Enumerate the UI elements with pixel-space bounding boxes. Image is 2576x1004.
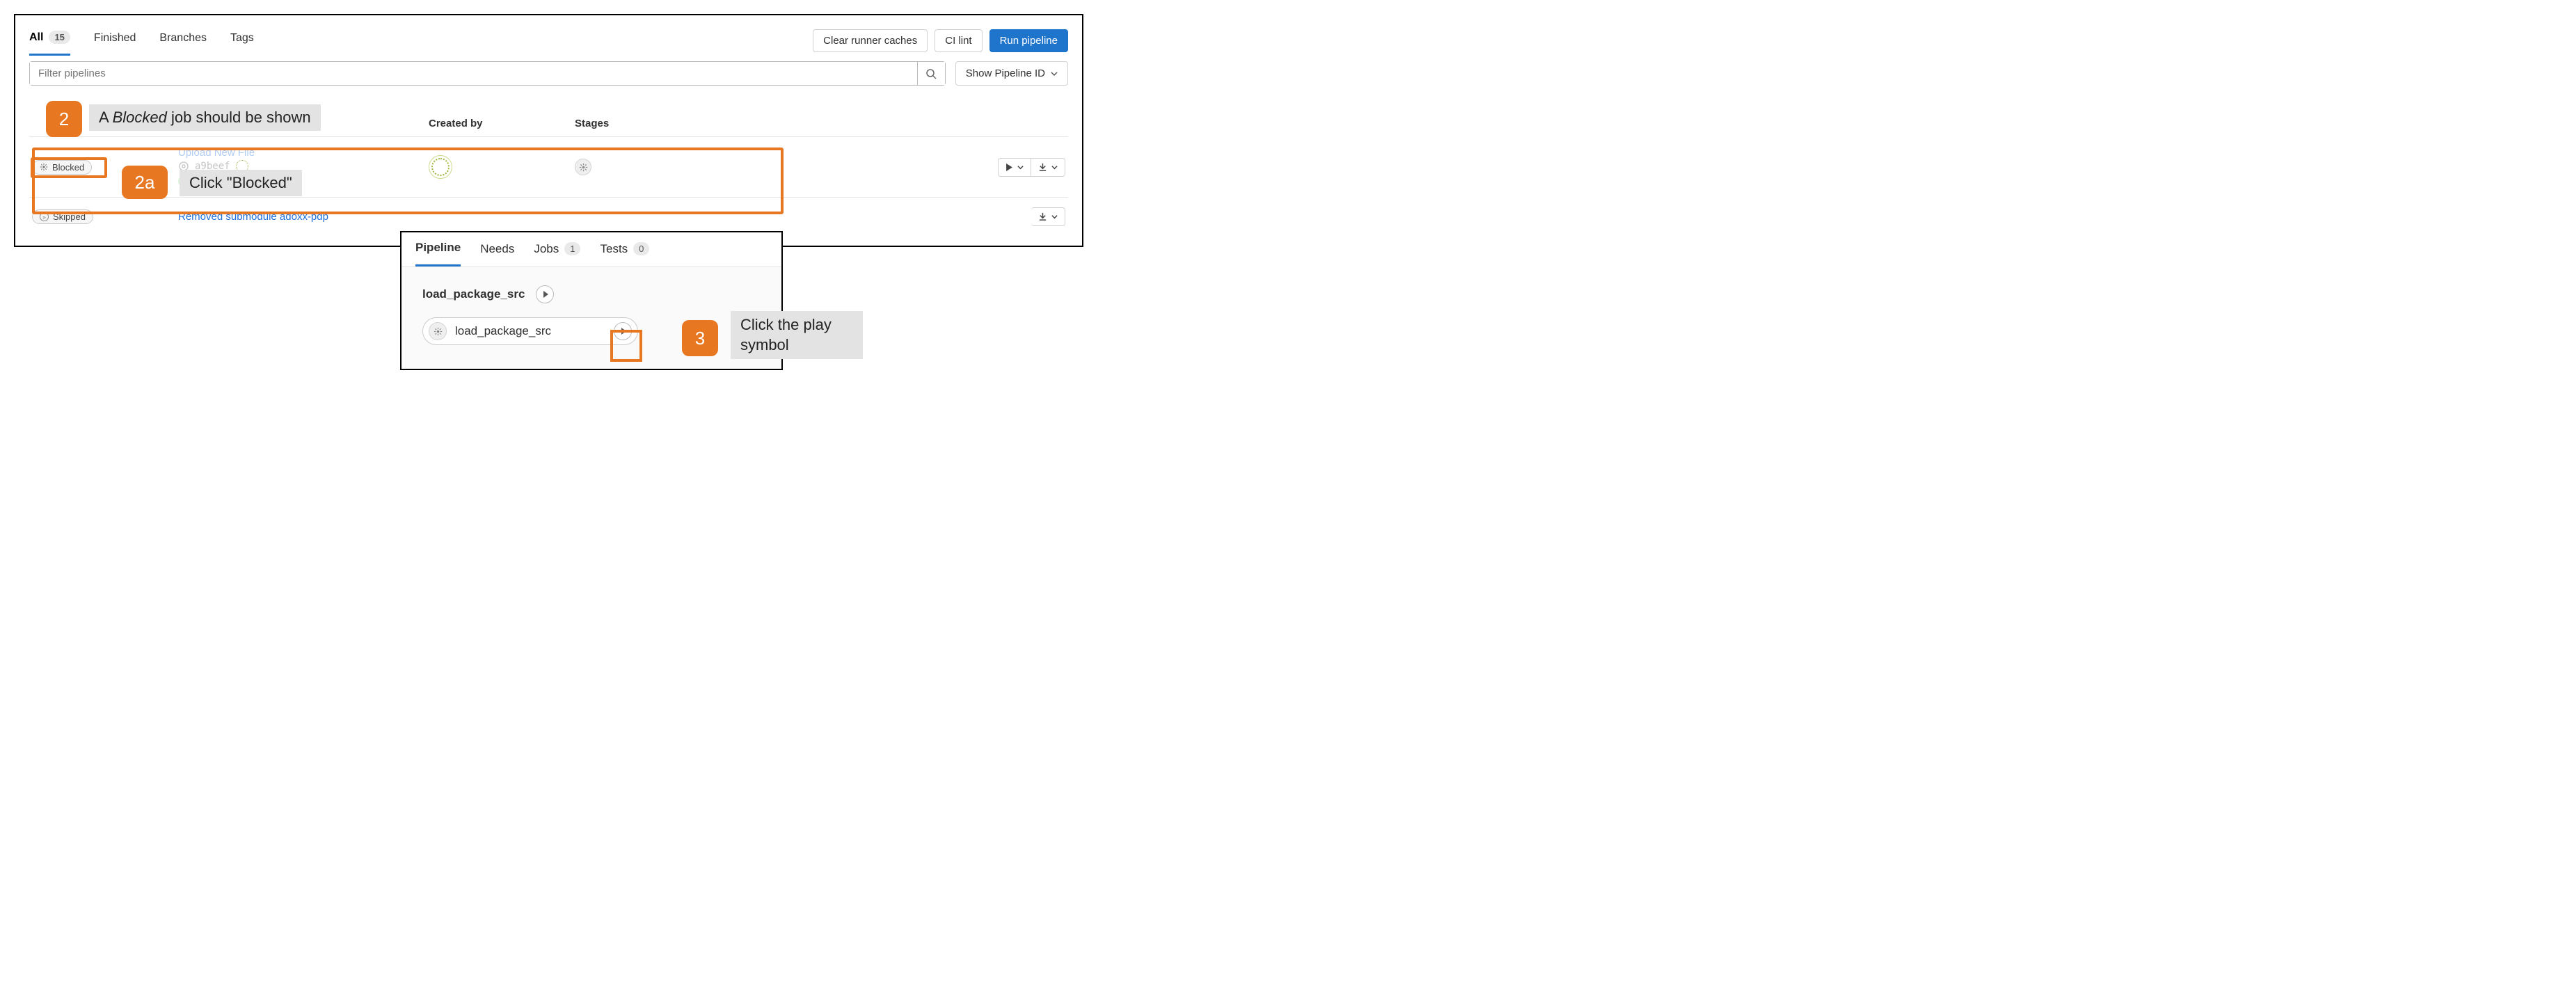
stage-name: load_package_src: [422, 287, 525, 301]
status-badge-skipped[interactable]: » Skipped: [32, 209, 93, 224]
download-icon: [1038, 212, 1047, 221]
detail-tab-pipeline[interactable]: Pipeline: [415, 241, 461, 266]
annotation-step-3: 3: [682, 320, 718, 356]
job-play-button[interactable]: [614, 322, 632, 340]
annotation-step-2: 2: [46, 101, 82, 137]
play-icon: [1005, 164, 1013, 171]
annotation-step-2a: 2a: [122, 166, 168, 199]
play-icon: [621, 328, 626, 335]
play-icon: [543, 291, 548, 298]
ci-lint-button[interactable]: CI lint: [935, 29, 982, 52]
annotation-step-2a-text: Click "Blocked": [180, 170, 302, 196]
stage-play-button[interactable]: [536, 285, 554, 303]
download-artifacts-button[interactable]: [1031, 158, 1065, 177]
tab-all-count: 15: [49, 31, 70, 44]
detail-tab-tests-count: 0: [633, 242, 649, 255]
stage-header: load_package_src: [422, 285, 761, 303]
pipeline-title-link[interactable]: Upload New File: [178, 147, 429, 159]
gear-icon: [40, 163, 48, 171]
show-pipeline-id-label: Show Pipeline ID: [966, 67, 1045, 79]
annotation-step-3-text: Click the play symbol: [731, 311, 863, 359]
pipeline-title-link[interactable]: Removed submodule adoxx-pdp: [178, 211, 429, 223]
creator-avatar[interactable]: [429, 155, 452, 179]
job-name-label: load_package_src: [455, 324, 605, 338]
show-pipeline-id-button[interactable]: Show Pipeline ID: [955, 61, 1068, 86]
tab-all[interactable]: All 15: [29, 25, 70, 56]
chevron-down-icon: [1017, 164, 1024, 170]
pipeline-row-skipped: » Skipped Removed submodule adoxx-pdp: [29, 198, 1068, 236]
detail-tab-tests-label: Tests: [600, 242, 628, 256]
status-badge-skipped-label: Skipped: [53, 212, 86, 222]
gear-icon: [434, 327, 443, 336]
search-button[interactable]: [917, 62, 945, 85]
detail-tabs: Pipeline Needs Jobs 1 Tests 0: [401, 232, 781, 267]
run-manual-button[interactable]: [998, 158, 1031, 177]
tab-tags[interactable]: Tags: [230, 26, 254, 54]
detail-body: load_package_src load_package_src: [401, 267, 781, 369]
gear-icon: [579, 163, 588, 172]
detail-tab-tests[interactable]: Tests 0: [600, 241, 649, 266]
detail-tab-jobs-label: Jobs: [534, 242, 559, 256]
filter-row: Show Pipeline ID: [29, 61, 1068, 86]
run-pipeline-button[interactable]: Run pipeline: [989, 29, 1068, 52]
stage-status-icon[interactable]: [575, 159, 591, 175]
chevron-down-icon: [1051, 164, 1058, 170]
col-stages-header: Stages: [575, 118, 1065, 129]
status-badge-blocked[interactable]: Blocked: [32, 160, 92, 175]
annotation-step-2-text: A Blocked job should be shown: [89, 104, 321, 131]
scope-tabs: All 15 Finished Branches Tags: [29, 25, 813, 56]
detail-tab-needs[interactable]: Needs: [480, 241, 514, 266]
chevron-down-icon: [1051, 70, 1058, 77]
col-createdby-header: Created by: [429, 118, 575, 129]
row-actions: [1031, 207, 1065, 226]
tab-finished[interactable]: Finished: [94, 26, 136, 54]
download-icon: [1038, 163, 1047, 172]
pipeline-detail-panel: Pipeline Needs Jobs 1 Tests 0 load_packa…: [400, 231, 783, 370]
job-status-icon: [429, 322, 447, 340]
search-wrap: [29, 61, 946, 86]
clear-caches-button[interactable]: Clear runner caches: [813, 29, 928, 52]
detail-tab-jobs[interactable]: Jobs 1: [534, 241, 580, 266]
tab-row: All 15 Finished Branches Tags Clear runn…: [29, 25, 1068, 56]
status-badge-blocked-label: Blocked: [52, 162, 84, 173]
chevron-down-icon: [1051, 214, 1058, 220]
tab-branches[interactable]: Branches: [159, 26, 207, 54]
job-item[interactable]: load_package_src: [422, 317, 638, 345]
detail-tab-jobs-count: 1: [564, 242, 580, 255]
row-actions: [998, 158, 1065, 177]
skip-icon: »: [40, 212, 49, 221]
filter-input[interactable]: [30, 62, 917, 85]
search-icon: [925, 68, 937, 79]
download-artifacts-button[interactable]: [1031, 207, 1065, 226]
top-buttons: Clear runner caches CI lint Run pipeline: [813, 29, 1068, 52]
tab-all-label: All: [29, 31, 43, 44]
